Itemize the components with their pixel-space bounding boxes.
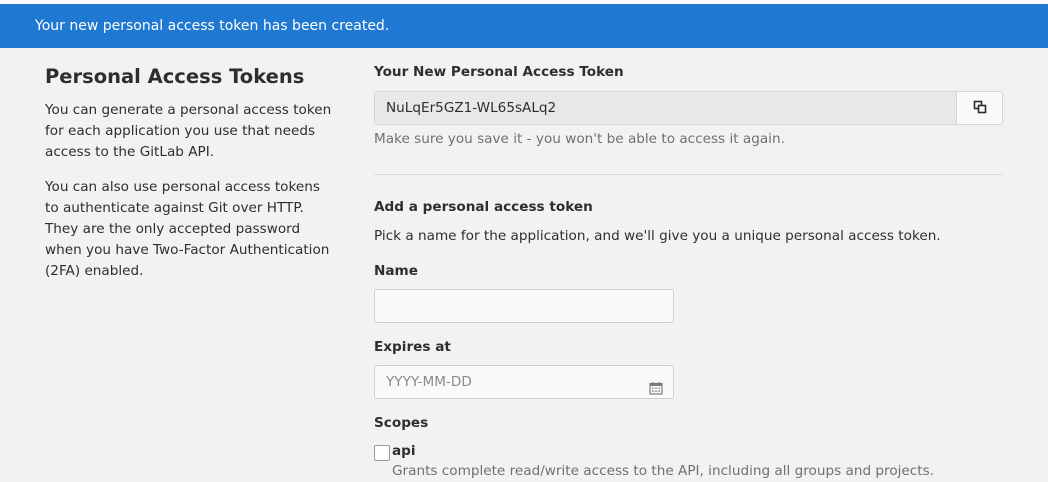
name-input[interactable] — [374, 289, 674, 323]
scopes-label: Scopes — [374, 415, 429, 431]
copy-icon — [973, 99, 987, 118]
scope-api-description: Grants complete read/write access to the… — [392, 463, 934, 479]
section-divider — [374, 174, 1003, 175]
name-label: Name — [374, 263, 418, 279]
calendar-icon[interactable] — [649, 375, 663, 407]
expires-label: Expires at — [374, 339, 451, 355]
sidebar-description: Personal Access Tokens You can generate … — [45, 64, 335, 282]
add-token-description: Pick a name for the application, and we'… — [374, 228, 941, 244]
copy-token-button[interactable] — [956, 91, 1003, 125]
page-title: Personal Access Tokens — [45, 65, 305, 88]
flash-message: Your new personal access token has been … — [35, 18, 390, 34]
token-save-warning: Make sure you save it - you won't be abl… — [374, 131, 785, 147]
sidebar-paragraph-2: You can also use personal access tokens … — [45, 179, 330, 279]
expires-placeholder: YYYY-MM-DD — [386, 374, 472, 390]
scope-api-label[interactable]: api — [392, 443, 416, 459]
expires-at-input[interactable]: YYYY-MM-DD — [374, 365, 674, 399]
new-token-label: Your New Personal Access Token — [374, 64, 624, 80]
sidebar-paragraph-1: You can generate a personal access token… — [45, 102, 332, 160]
new-token-value: NuLqEr5GZ1-WL65sALq2 — [386, 100, 557, 116]
new-token-field[interactable]: NuLqEr5GZ1-WL65sALq2 — [374, 91, 969, 125]
scope-api-checkbox[interactable] — [374, 445, 390, 461]
add-token-heading: Add a personal access token — [374, 199, 593, 215]
flash-notice: Your new personal access token has been … — [0, 4, 1048, 48]
